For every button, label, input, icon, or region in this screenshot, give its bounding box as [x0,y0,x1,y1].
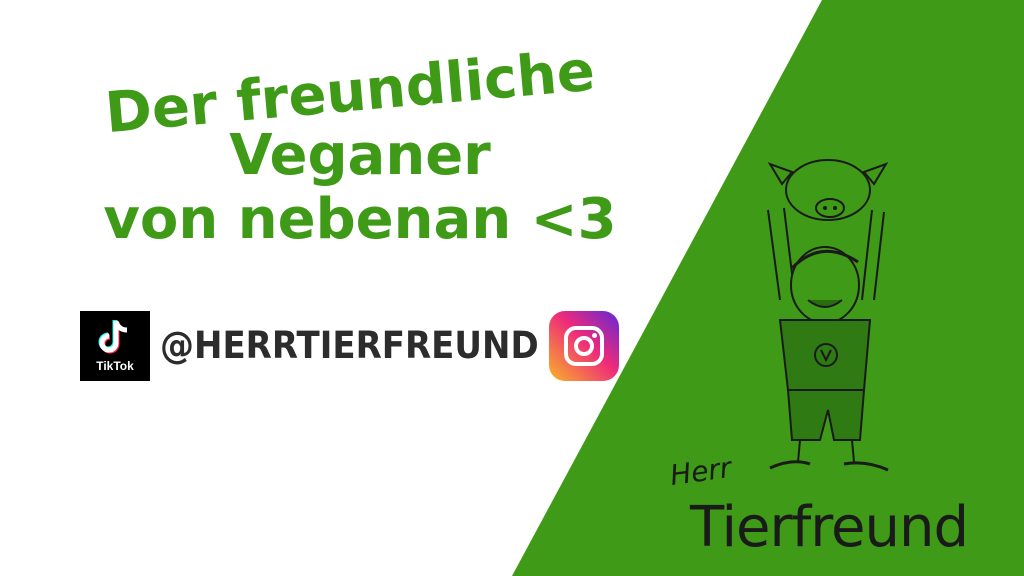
tiktok-label: TikTok [96,359,134,373]
instagram-icon[interactable] [548,311,619,381]
tiktok-note-icon [98,320,128,354]
social-handle[interactable]: @HERRTIERFREUND [160,324,539,368]
signature-line-1: Herr [668,450,734,493]
headline: Der freundliche Veganer von nebenan <3 [40,39,680,252]
social-row: TikTok @HERRTIERFREUND [80,310,619,382]
tiktok-icon[interactable]: TikTok [80,311,150,381]
instagram-camera-icon [563,326,604,366]
headline-line-3: von nebenan <3 [103,187,617,252]
character-illustration [767,159,889,472]
signature-line-2: Tierfreund [690,495,969,560]
